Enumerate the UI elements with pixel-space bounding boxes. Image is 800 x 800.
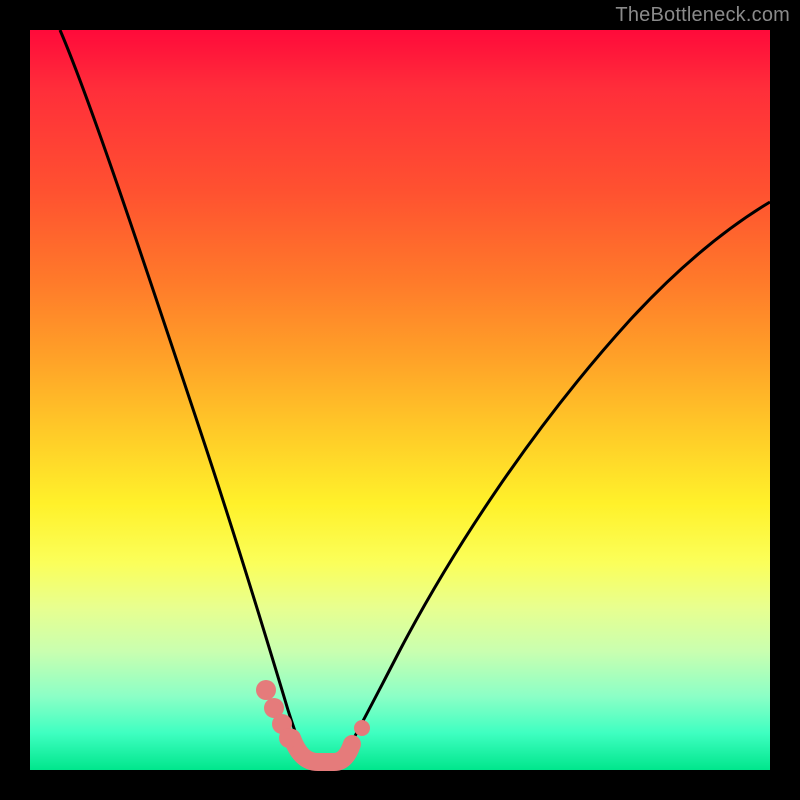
right-curve	[342, 202, 770, 760]
marker-left-4	[279, 728, 299, 748]
marker-left-1	[256, 680, 276, 700]
chart-svg	[30, 30, 770, 770]
chart-frame: TheBottleneck.com	[0, 0, 800, 800]
left-curve	[60, 30, 308, 760]
plot-area	[30, 30, 770, 770]
watermark-text: TheBottleneck.com	[615, 4, 790, 27]
trough-bar	[292, 738, 352, 762]
marker-right-1	[354, 720, 370, 736]
